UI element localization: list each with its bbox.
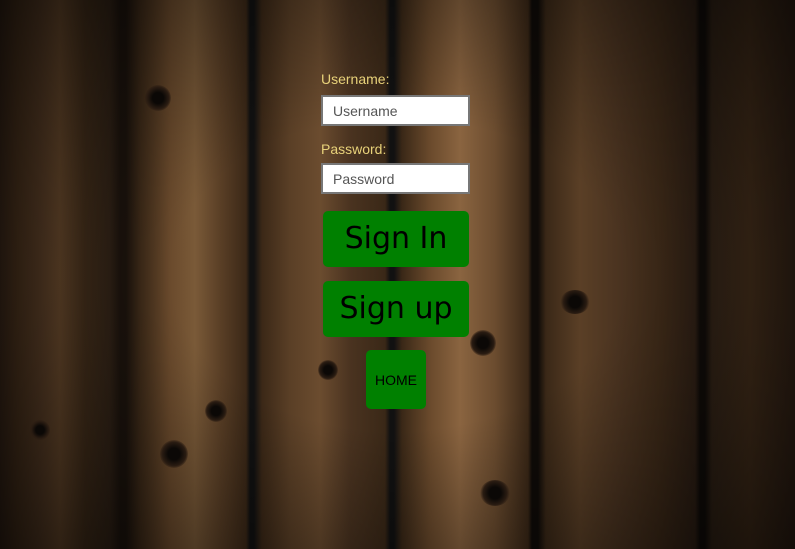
password-label: Password:	[321, 141, 387, 157]
username-input[interactable]	[321, 95, 470, 126]
wood-knot	[160, 440, 188, 468]
home-button[interactable]: HOME	[366, 350, 426, 409]
wood-knot	[480, 480, 510, 506]
sign-up-button[interactable]: Sign up	[323, 281, 469, 337]
sign-in-button[interactable]: Sign In	[323, 211, 469, 267]
wood-knot	[145, 85, 171, 111]
login-form: Username: Password: Sign In Sign up HOME	[321, 70, 471, 409]
wood-knot	[470, 330, 496, 356]
wood-knot	[205, 400, 227, 422]
username-label: Username:	[321, 71, 390, 87]
password-input[interactable]	[321, 163, 470, 194]
wood-knot	[318, 360, 338, 380]
wood-knot	[30, 420, 50, 440]
wood-knot	[560, 290, 590, 314]
